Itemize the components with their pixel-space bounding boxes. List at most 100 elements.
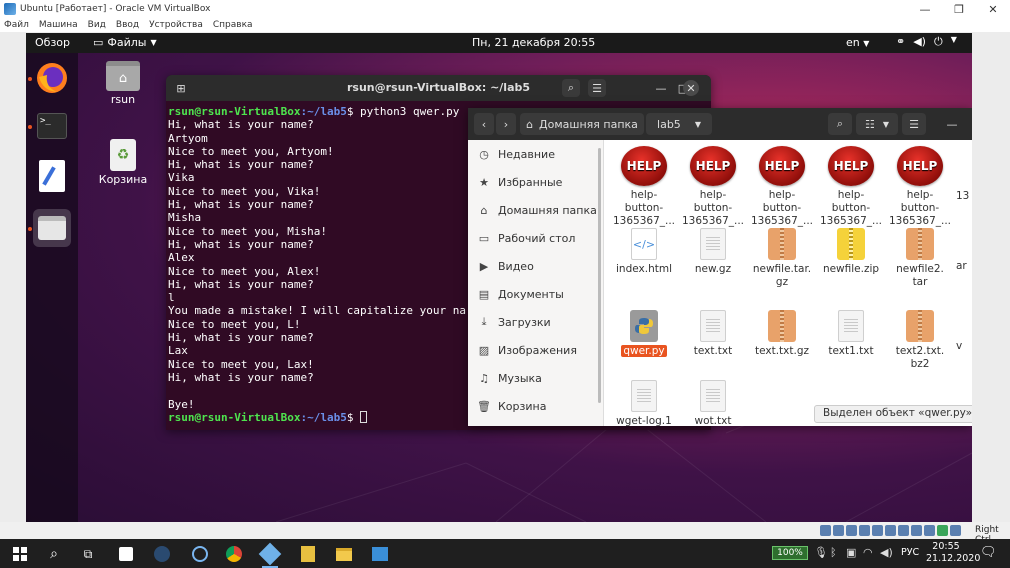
cpu-icon[interactable] <box>924 525 935 536</box>
keyboard-icon[interactable] <box>950 525 961 536</box>
terminal-menu-button[interactable]: ☰ <box>588 79 606 97</box>
file-item[interactable]: text2.txt. bz2 <box>886 310 954 371</box>
terminal-line: Nice to meet you, Lax! <box>168 357 314 371</box>
mouse-integration-icon[interactable] <box>937 525 948 536</box>
minimize-button[interactable]: — <box>908 0 942 18</box>
microphone-icon[interactable]: 🎙 <box>814 546 828 559</box>
start-button[interactable] <box>8 542 32 566</box>
file-item[interactable]: HELP help- button- 1365367_... <box>679 146 747 228</box>
taskbar-app[interactable] <box>188 542 212 566</box>
language-indicator[interactable]: en ▼ <box>846 36 869 49</box>
menu-help[interactable]: Справка <box>213 20 253 30</box>
bluetooth-icon[interactable]: ᛒ <box>830 546 837 559</box>
partial-file-label[interactable]: 13 <box>956 190 969 202</box>
recording-icon[interactable] <box>911 525 922 536</box>
sidebar-item[interactable]: ▤ Документы <box>468 280 603 308</box>
search-button[interactable]: ⌕ <box>42 542 66 566</box>
optical-icon[interactable] <box>833 525 844 536</box>
file-name-text: help- button- 1365367_... <box>750 189 814 227</box>
file-item[interactable]: qwer.py <box>610 310 678 358</box>
sidebar-item[interactable]: ♫ Музыка <box>468 364 603 392</box>
app-menu[interactable]: ▭ Файлы ▼ <box>93 36 157 49</box>
file-manager-window[interactable]: ‹ › ⌂ Домашняя папка lab5 ▼ ⌕ ☷ ▼ ☰ — ◷ Н… <box>468 108 972 426</box>
menu-file[interactable]: Файл <box>4 20 29 30</box>
taskbar-steam[interactable] <box>150 542 174 566</box>
desktop-trash[interactable]: ♻ Корзина <box>93 139 153 186</box>
taskbar-app2[interactable] <box>296 542 320 566</box>
file-item[interactable]: newfile.tar. gz <box>748 228 816 289</box>
partial-file-label[interactable]: ar <box>956 260 967 272</box>
view-toggle-button[interactable]: ☷ ▼ <box>856 113 898 135</box>
sidebar-item[interactable]: ★ Избранные <box>468 168 603 196</box>
file-item[interactable]: HELP help- button- 1365367_... <box>817 146 885 228</box>
taskbar-explorer[interactable] <box>332 542 356 566</box>
sidebar-item[interactable]: ▶ Видео <box>468 252 603 280</box>
file-item[interactable]: HELP help- button- 1365367_... <box>748 146 816 228</box>
file-item[interactable]: text.txt <box>679 310 747 358</box>
activities-button[interactable]: Обзор <box>35 36 70 49</box>
usb-icon[interactable] <box>872 525 883 536</box>
hdd-icon[interactable] <box>820 525 831 536</box>
file-item[interactable]: text1.txt <box>817 310 885 358</box>
taskbar-store[interactable] <box>114 542 138 566</box>
sidebar-item[interactable]: 🗑 Корзина <box>468 392 603 420</box>
dock-terminal[interactable]: >_ <box>33 107 71 145</box>
sidebar-item[interactable]: ◷ Недавние <box>468 140 603 168</box>
forward-button[interactable]: › <box>496 113 516 135</box>
file-grid[interactable]: HELP help- button- 1365367_... HELP help- b… <box>610 140 972 426</box>
guest-screen[interactable]: Обзор ▭ Файлы ▼ Пн, 21 декабря 20:55 en … <box>26 33 972 522</box>
terminal-minimize-button[interactable]: — <box>652 79 670 97</box>
network-icon[interactable] <box>859 525 870 536</box>
system-tray[interactable]: ⚭ ◀) ⏻ ▼ <box>896 35 957 49</box>
file-item[interactable]: newfile2. tar <box>886 228 954 289</box>
dock-files[interactable] <box>33 209 71 247</box>
breadcrumb-home[interactable]: ⌂ Домашняя папка <box>520 113 644 135</box>
sidebar-scrollbar[interactable] <box>598 148 601 403</box>
taskbar-chrome[interactable] <box>222 542 246 566</box>
sidebar-item[interactable]: ⌂ Домашняя папка <box>468 196 603 224</box>
partial-file-label[interactable]: v <box>956 340 962 352</box>
file-item[interactable]: wot.txt <box>679 380 747 426</box>
notifications-icon[interactable]: 🗨 <box>980 545 997 560</box>
device-icon[interactable]: ▣ <box>846 546 856 559</box>
sidebar-item[interactable]: ⤓ Загрузки <box>468 308 603 336</box>
menu-input[interactable]: Ввод <box>116 20 139 30</box>
wifi-icon[interactable]: ◠ <box>863 546 873 559</box>
taskbar-virtualbox[interactable] <box>258 542 282 568</box>
file-item[interactable]: newfile.zip <box>817 228 885 276</box>
menu-devices[interactable]: Устройства <box>149 20 203 30</box>
file-item[interactable]: HELP help- button- 1365367_... <box>610 146 678 228</box>
keyboard-language[interactable]: РУС <box>901 547 919 558</box>
maximize-button[interactable]: ❐ <box>942 0 976 18</box>
dock-text-editor[interactable] <box>33 157 71 195</box>
close-button[interactable]: ✕ <box>976 0 1010 18</box>
topbar-clock[interactable]: Пн, 21 декабря 20:55 <box>472 36 595 49</box>
sidebar-item[interactable]: ▭ Рабочий стол <box>468 224 603 252</box>
display-icon[interactable] <box>898 525 909 536</box>
file-item[interactable]: text.txt.gz <box>748 310 816 358</box>
breadcrumb-current[interactable]: lab5 ▼ <box>646 113 712 135</box>
menu-button[interactable]: ☰ <box>902 113 926 135</box>
terminal-header[interactable]: ⊞ rsun@rsun-VirtualBox: ~/lab5 ⌕ ☰ — □ ✕ <box>166 75 711 101</box>
terminal-close-button[interactable]: ✕ <box>683 80 699 96</box>
taskbar-clock[interactable]: 20:55 21.12.2020 <box>926 541 980 565</box>
back-button[interactable]: ‹ <box>474 113 494 135</box>
file-item[interactable]: </> index.html <box>610 228 678 276</box>
file-item[interactable]: wget-log.1 <box>610 380 678 426</box>
fm-minimize-button[interactable]: — <box>942 113 962 135</box>
task-view-button[interactable]: ⧉ <box>76 542 100 566</box>
desktop-home-folder[interactable]: ⌂ rsun <box>93 61 153 106</box>
menu-machine[interactable]: Машина <box>39 20 78 30</box>
file-item[interactable]: HELP help- button- 1365367_... <box>886 146 954 228</box>
dock-firefox[interactable] <box>33 59 71 97</box>
menu-view[interactable]: Вид <box>88 20 106 30</box>
battery-indicator[interactable]: 100% <box>772 546 808 560</box>
volume-icon[interactable]: ◀) <box>880 546 893 559</box>
sidebar-item[interactable]: ▨ Изображения <box>468 336 603 364</box>
audio-icon[interactable] <box>846 525 857 536</box>
terminal-search-button[interactable]: ⌕ <box>562 79 580 97</box>
file-item[interactable]: new.gz <box>679 228 747 276</box>
taskbar-photos[interactable] <box>368 542 392 566</box>
search-button[interactable]: ⌕ <box>828 113 852 135</box>
shared-folders-icon[interactable] <box>885 525 896 536</box>
